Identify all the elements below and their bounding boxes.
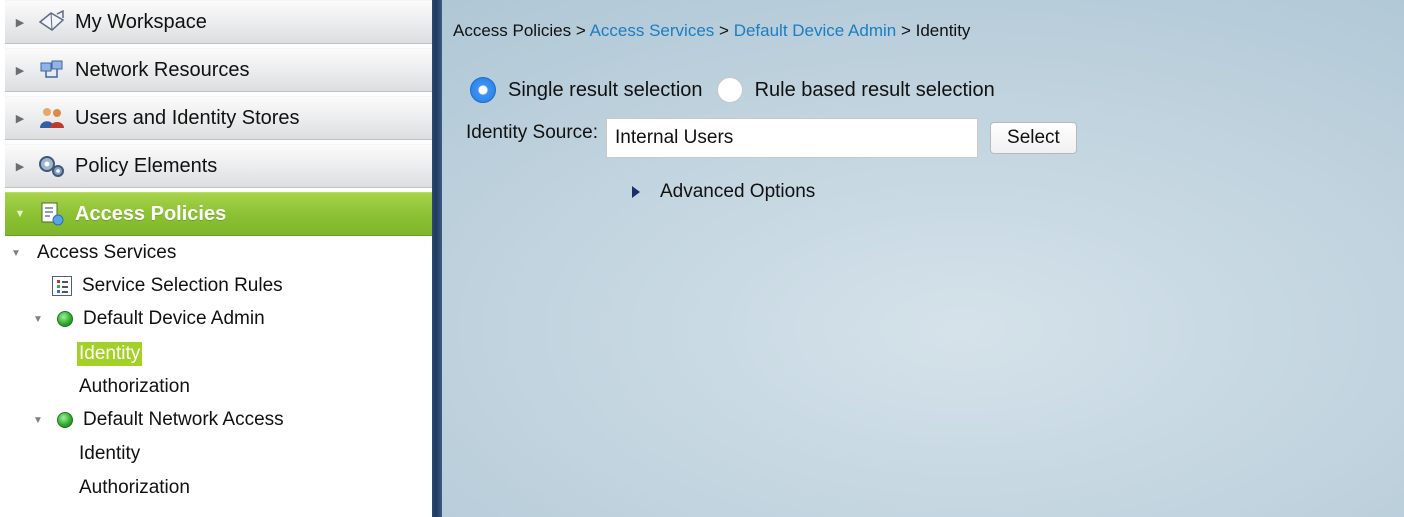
breadcrumb-link-default-device-admin[interactable]: Default Device Admin xyxy=(734,21,897,40)
drawer-label: My Workspace xyxy=(75,10,207,33)
rules-list-icon xyxy=(52,276,72,296)
navigation-sidebar: ▶ My Workspace ▶ Network Resources ▶ Use… xyxy=(0,0,432,517)
breadcrumb-link-access-services[interactable]: Access Services xyxy=(590,21,715,40)
workspace-icon xyxy=(35,9,69,35)
rule-based-label[interactable]: Rule based result selection xyxy=(755,79,995,102)
main-content: Access Policies > Access Services > Defa… xyxy=(442,0,1404,517)
tree-item-default-network-access[interactable]: ▼ Default Network Access xyxy=(27,409,284,431)
tree-item-service-selection-rules[interactable]: Service Selection Rules xyxy=(52,275,283,297)
rule-based-radio[interactable] xyxy=(716,77,743,103)
breadcrumb-current: Identity xyxy=(915,21,971,40)
breadcrumb-root: Access Policies xyxy=(453,21,572,40)
identity-source-label: Identity Source: xyxy=(466,122,599,143)
breadcrumb-separator: > xyxy=(575,21,586,40)
breadcrumb: Access Policies > Access Services > Defa… xyxy=(453,21,970,41)
tree-item-label: Service Selection Rules xyxy=(82,275,283,296)
drawer-label: Users and Identity Stores xyxy=(75,106,300,129)
breadcrumb-separator: > xyxy=(719,21,729,40)
advanced-options-label: Advanced Options xyxy=(660,181,816,202)
tree-item-dda-identity[interactable]: Identity xyxy=(77,342,143,366)
advanced-options-toggle[interactable]: Advanced Options xyxy=(632,181,815,203)
tree-item-label: Default Network Access xyxy=(83,409,284,430)
drawer-label: Policy Elements xyxy=(75,154,218,177)
expanded-arrow-icon: ▼ xyxy=(33,414,43,426)
single-result-label[interactable]: Single result selection xyxy=(508,79,703,102)
pane-splitter[interactable] xyxy=(432,0,442,517)
drawer-access-policies[interactable]: ▼ Access Policies xyxy=(5,192,432,236)
expanded-arrow-icon: ▼ xyxy=(33,313,43,325)
tree-item-dna-identity[interactable]: Identity xyxy=(79,443,140,465)
tree-item-label: Authorization xyxy=(79,376,190,397)
drawer-label: Access Policies xyxy=(75,202,227,225)
drawer-network-resources[interactable]: ▶ Network Resources xyxy=(5,48,432,92)
status-green-icon xyxy=(57,311,73,327)
collapsed-arrow-icon: ▶ xyxy=(15,64,25,77)
access-policies-icon xyxy=(35,201,69,227)
collapsed-arrow-icon: ▶ xyxy=(15,16,25,29)
tree-item-label: Access Services xyxy=(37,242,177,263)
policy-elements-icon xyxy=(35,153,69,179)
expand-caret-icon xyxy=(632,186,640,198)
tree-item-access-services[interactable]: ▼ Access Services xyxy=(5,242,176,264)
tree-item-label-selected: Identity xyxy=(77,342,143,366)
identity-source-row: Identity Source: Select xyxy=(466,118,1077,158)
collapsed-arrow-icon: ▶ xyxy=(15,112,25,125)
tree-item-default-device-admin[interactable]: ▼ Default Device Admin xyxy=(27,308,265,330)
collapsed-arrow-icon: ▶ xyxy=(15,160,25,173)
tree-item-label: Identity xyxy=(79,443,141,464)
status-green-icon xyxy=(57,412,73,428)
select-button[interactable]: Select xyxy=(990,122,1077,154)
tree-item-label: Authorization xyxy=(79,477,190,498)
tree-item-dna-authorization[interactable]: Authorization xyxy=(79,477,190,499)
breadcrumb-separator: > xyxy=(900,21,911,40)
identity-source-input[interactable] xyxy=(606,118,979,158)
single-result-radio[interactable] xyxy=(470,77,496,103)
expanded-arrow-icon: ▼ xyxy=(14,208,26,220)
drawer-policy-elements[interactable]: ▶ Policy Elements xyxy=(5,144,432,188)
drawer-my-workspace[interactable]: ▶ My Workspace xyxy=(5,0,432,44)
tree-item-dda-authorization[interactable]: Authorization xyxy=(79,376,190,398)
users-icon xyxy=(35,105,69,131)
expanded-arrow-icon: ▼ xyxy=(11,247,21,259)
drawer-users-identity-stores[interactable]: ▶ Users and Identity Stores xyxy=(5,96,432,140)
network-resources-icon xyxy=(35,57,69,83)
tree-item-label: Default Device Admin xyxy=(83,308,265,329)
result-selection-group: Single result selection Rule based resul… xyxy=(470,77,1009,103)
app-window: ▶ My Workspace ▶ Network Resources ▶ Use… xyxy=(0,0,1404,517)
drawer-label: Network Resources xyxy=(75,58,250,81)
